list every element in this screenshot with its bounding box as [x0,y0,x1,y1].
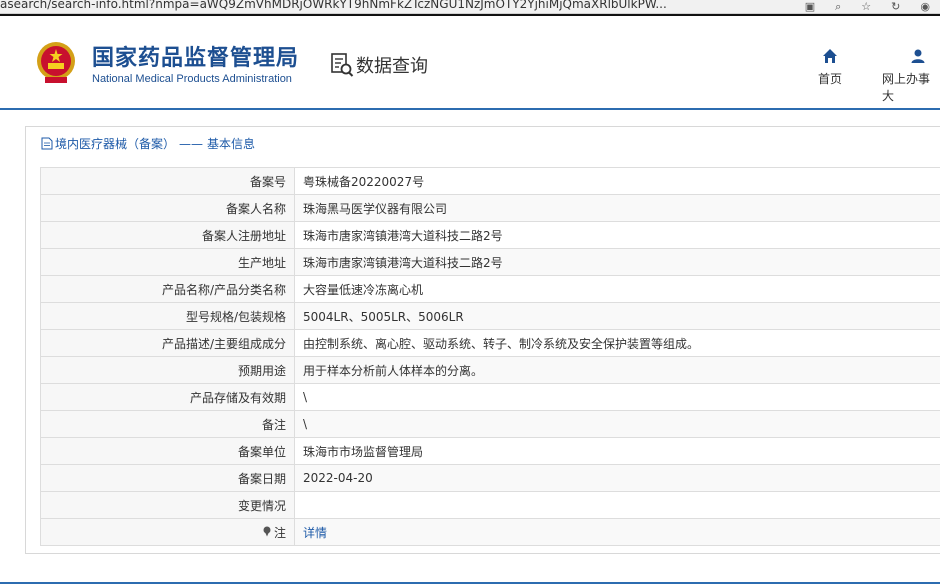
row-value: 由控制系统、离心腔、驱动系统、转子、制冷系统及安全保护装置等组成。 [294,329,940,357]
table-row: 产品描述/主要组成成分 由控制系统、离心腔、驱动系统、转子、制冷系统及安全保护装置… [40,329,940,357]
details-link[interactable]: 详情 [303,526,327,540]
row-label: 型号规格/包装规格 [40,302,295,330]
document-search-icon [331,53,354,77]
row-label: 备注 [40,410,295,438]
row-value: 2022-04-20 [294,464,940,492]
row-label: 预期用途 [40,356,295,384]
table-row: 型号规格/包装规格 5004LR、5005LR、5006LR [40,302,940,330]
row-label: 变更情况 [40,491,295,519]
site-header: 国家药品监督管理局 National Medical Products Admi… [0,16,940,110]
row-value-note: 详情 [294,518,940,546]
browser-url[interactable]: asearch/search-info.html?nmpa=aWQ9ZmVhMD… [0,0,667,11]
data-query-label: 数据查询 [356,56,428,77]
table-row: 备案单位 珠海市市场监督管理局 [40,437,940,465]
table-row-note: 注 详情 [40,518,940,546]
user-icon [911,49,925,63]
favorite-icon[interactable]: ☆ [861,0,871,13]
row-label: 备案单位 [40,437,295,465]
breadcrumb-separator: —— [179,136,204,151]
note-label: 注 [273,525,286,540]
basic-info-table: 备案号 粤珠械备20220027号 备案人名称 珠海黑马医学仪器有限公司 备案人注册地址… [40,167,940,546]
nav-home-label: 首页 [818,72,843,86]
national-emblem-icon [37,42,75,83]
row-value: 用于样本分析前人体样本的分离。 [294,356,940,384]
pin-icon [263,526,271,536]
table-row: 备案号 粤珠械备20220027号 [40,167,940,195]
table-row: 备案人名称 珠海黑马医学仪器有限公司 [40,194,940,222]
row-value [294,491,940,519]
row-value: 珠海市市场监督管理局 [294,437,940,465]
extension-icon[interactable]: ◉ [920,0,930,13]
row-label: 产品名称/产品分类名称 [40,275,295,303]
breadcrumb-category[interactable]: 境内医疗器械（备案） [55,135,175,152]
table-row: 备案人注册地址 珠海市唐家湾镇港湾大道科技二路2号 [40,221,940,249]
table-row: 产品存储及有效期 \ [40,383,940,411]
row-value: 大容量低速冷冻离心机 [294,275,940,303]
nav-online-services[interactable]: 网上办事大 [882,46,940,104]
refresh-icon[interactable]: ↻ [891,0,900,13]
row-value: \ [294,383,940,411]
row-value: 5004LR、5005LR、5006LR [294,302,940,330]
row-label: 产品描述/主要组成成分 [40,329,295,357]
detail-panel: 境内医疗器械（备案） —— 基本信息 备案号 粤珠械备20220027号 备案人名称… [25,126,940,554]
row-value: 珠海市唐家湾镇港湾大道科技二路2号 [294,221,940,249]
row-value: \ [294,410,940,438]
nav-home[interactable]: 首页 [818,46,842,87]
row-label-note: 注 [40,518,295,546]
breadcrumb: 境内医疗器械（备案） —— 基本信息 [41,135,255,152]
row-label: 备案日期 [40,464,295,492]
site-title-cn: 国家药品监督管理局 [92,46,300,71]
document-icon [41,137,53,150]
nav-online-services-label: 网上办事大 [882,72,931,103]
search-icon[interactable]: ⌕ [835,0,841,13]
table-row: 生产地址 珠海市唐家湾镇港湾大道科技二路2号 [40,248,940,276]
site-title-en: National Medical Products Administration [92,73,292,85]
table-row: 预期用途 用于样本分析前人体样本的分离。 [40,356,940,384]
table-row: 备注 \ [40,410,940,438]
row-label: 备案人注册地址 [40,221,295,249]
table-row: 产品名称/产品分类名称 大容量低速冷冻离心机 [40,275,940,303]
row-label: 备案人名称 [40,194,295,222]
row-label: 产品存储及有效期 [40,383,295,411]
row-label: 生产地址 [40,248,295,276]
data-query-title: 数据查询 [330,52,428,78]
row-value: 珠海黑马医学仪器有限公司 [294,194,940,222]
table-row: 备案日期 2022-04-20 [40,464,940,492]
table-row: 变更情况 [40,491,940,519]
zoom-icon[interactable]: ▣ [805,0,815,13]
row-value: 粤珠械备20220027号 [294,167,940,195]
row-value: 珠海市唐家湾镇港湾大道科技二路2号 [294,248,940,276]
breadcrumb-current: 基本信息 [207,137,256,151]
row-label: 备案号 [40,167,295,195]
home-icon [823,49,837,63]
browser-toolbar-icons: ▣ ⌕ ☆ ↻ ◉ [788,0,940,13]
browser-address-bar: asearch/search-info.html?nmpa=aWQ9ZmVhMD… [0,0,940,14]
